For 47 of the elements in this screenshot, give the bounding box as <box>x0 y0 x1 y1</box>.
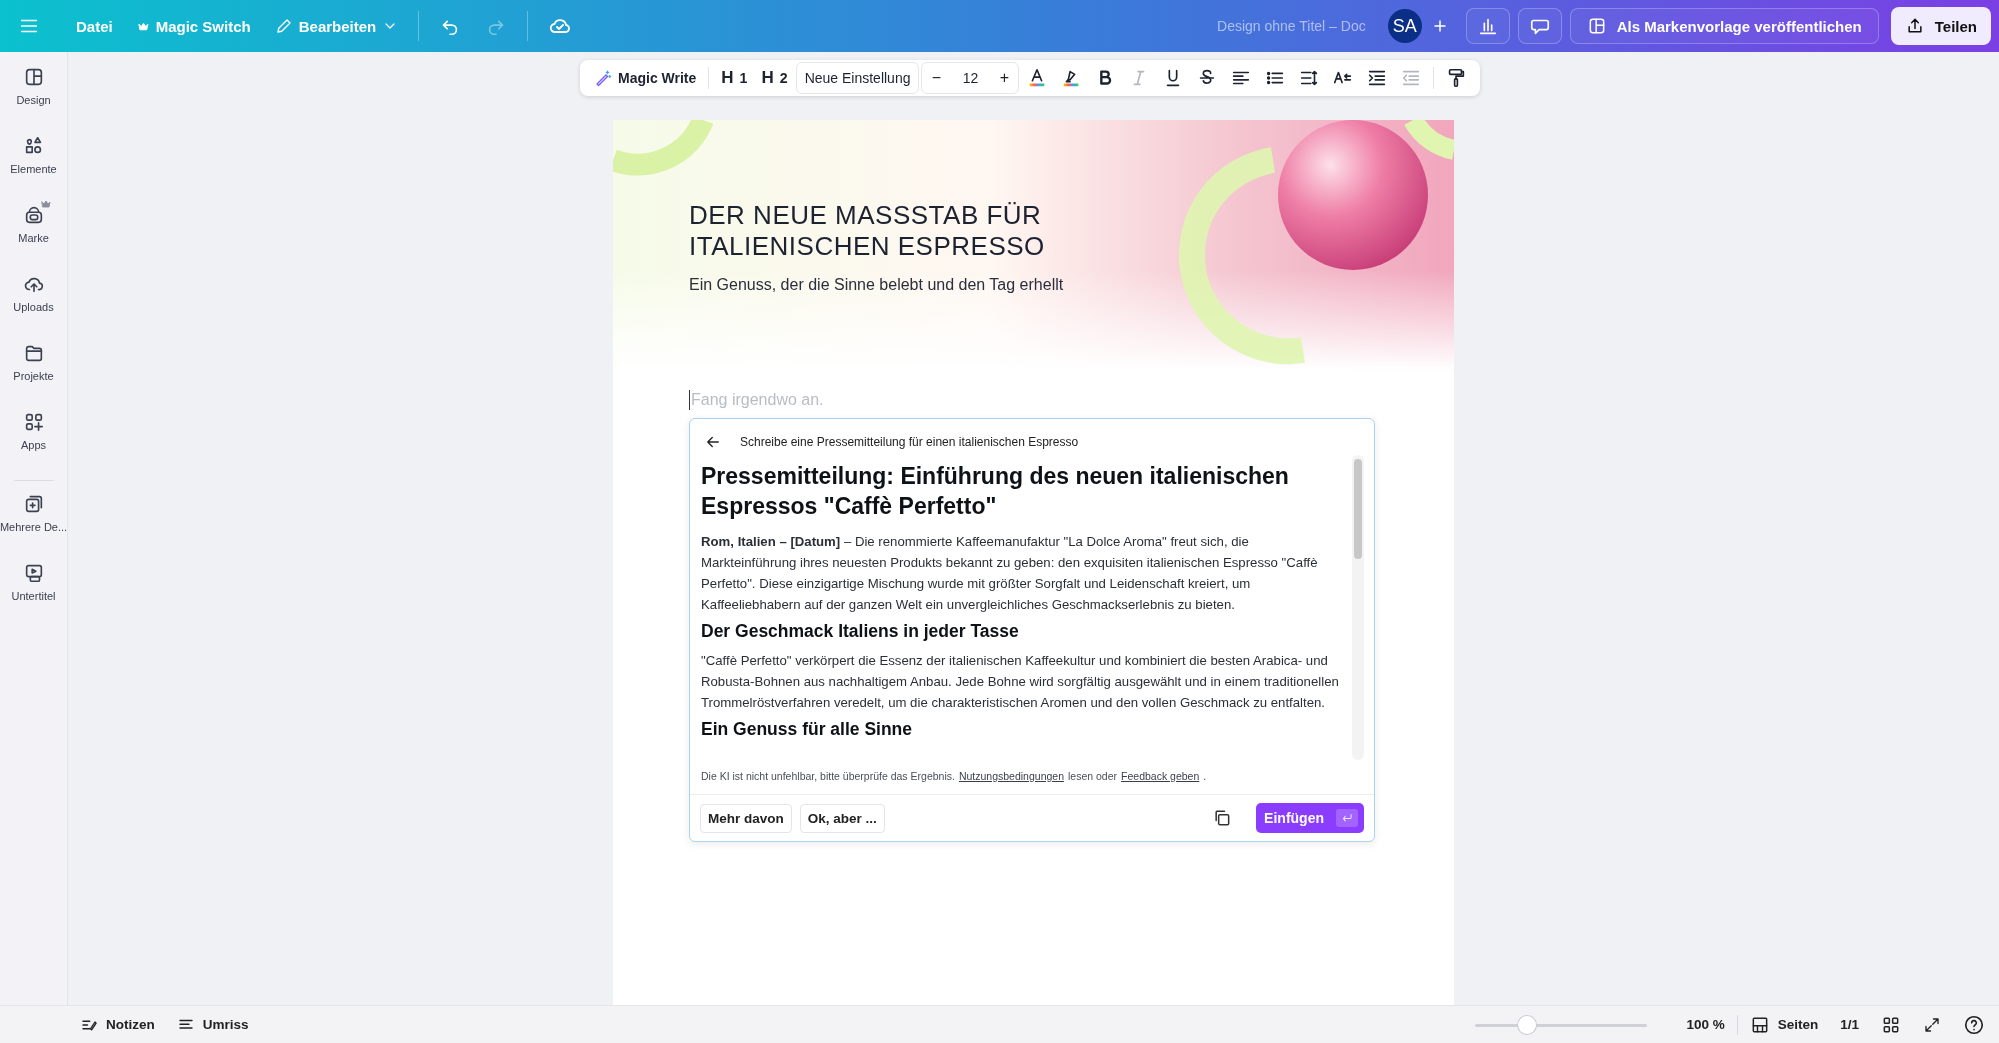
insights-button[interactable] <box>1465 8 1510 44</box>
help-button[interactable] <box>1963 1013 1985 1036</box>
disclaimer-text: Die KI ist nicht unfehlbar, bitte überprüfe das Ergebnis. <box>701 770 955 782</box>
outline-button[interactable]: Umriss <box>176 1015 249 1034</box>
page-count[interactable]: 1/1 <box>1840 1017 1859 1032</box>
disclaimer-text: . <box>1203 770 1207 782</box>
sidebar-item[interactable]: Mehrere De... <box>0 493 68 562</box>
disclaimer-link[interactable]: Nutzungsbedingungen <box>958 770 1064 782</box>
sidebar-item[interactable]: Uploads <box>0 273 68 342</box>
suggestion-button[interactable]: Mehr davon <box>700 803 792 833</box>
sidebar-item[interactable]: Design <box>0 66 68 135</box>
decrease-size-button[interactable]: − <box>922 68 951 88</box>
result-heading: Ein Genuss für alle Sinne <box>701 719 914 740</box>
pages-button[interactable]: Seiten <box>1749 1014 1819 1035</box>
scrollbar[interactable] <box>1352 455 1364 760</box>
sidebar-item[interactable]: Projekte <box>0 342 68 411</box>
magic-write-button[interactable]: Magic Write <box>588 65 703 91</box>
disclaimer-link[interactable]: Feedback geben <box>1121 770 1200 782</box>
fullscreen-button[interactable] <box>1923 1015 1941 1034</box>
increase-size-button[interactable]: + <box>990 68 1019 88</box>
page-heading[interactable]: DER NEUE MASSSTAB FÜR ITALIENISCHEN ESPRESSO <box>689 200 1064 262</box>
sidebar-item[interactable]: Apps <box>0 411 68 480</box>
result-paragraph: "Caffè Perfetto" verkörpert die Essenz der italienischen Kaffeekultur und kombiniert die besten Arabica- und Robusta-Bohnen aus nachhaltigem Anbau. Jede Bohne wird sorgfältig ausgewählt und in einem traditionellen Trommelröstverfahren veredelt, um die charakteristischen Aromen und den vollen Geschmack zu entfalten. <box>701 652 1340 712</box>
sidebar-item[interactable]: Untertitel <box>0 562 68 631</box>
publish-template-button[interactable]: Als Markenvorlage veröffentlichen <box>1569 8 1879 44</box>
font-dropdown[interactable]: Neue Einstellung <box>795 62 920 94</box>
pencil-icon <box>274 17 293 35</box>
insert-button[interactable]: Einfügen <box>1256 803 1364 833</box>
user-avatar[interactable]: SA <box>1387 9 1422 43</box>
prompt-text: Schreibe eine Pressemitteilung für einen italienischen Espresso <box>740 435 1079 449</box>
page-subtitle[interactable]: Ein Genuss, der die Sinne belebt und den Tag erhellt <box>689 276 1064 294</box>
zoom-reading[interactable]: 100 % <box>1686 1017 1725 1032</box>
help-icon <box>1963 1013 1985 1036</box>
sidebar-item[interactable]: Marke <box>0 204 68 273</box>
expand-icon <box>1923 1015 1941 1034</box>
notes-button[interactable]: Notizen <box>80 1015 155 1034</box>
magic-pen-icon <box>594 69 612 87</box>
sidebar-item[interactable]: Elemente <box>0 135 68 204</box>
comment-button[interactable] <box>1517 8 1562 44</box>
result-paragraph: Rom, Italien – [Datum] – Die renommierte Kaffeemanufaktur "La Dolce Aroma" freut sich, die Markteinführung ihres neuesten Produkts bekannt zu geben: den exquisiten italienischen Espresso "Caffè Perfetto". Diese einzigartige Mischung wurde mit größter Sorgfalt und Leidenschaft kreiert, um Kaffeeliebhabern auf der ganzen Welt ein unvergleichliches Geschmackserlebnis zu bieten. <box>701 533 1319 614</box>
crown-icon <box>39 198 52 210</box>
result-heading: Der Geschmack Italiens in jeder Tasse <box>701 621 1020 642</box>
font-size-value[interactable]: 12 <box>950 70 991 86</box>
suggestion-button[interactable]: Ok, aber ... <box>799 803 885 833</box>
result-title: Pressemitteilung: Einführung des neuen italienischen Espressos "Caffè Perfetto" <box>701 462 1290 521</box>
share-button[interactable]: Teilen <box>1890 7 1991 45</box>
disclaimer-text: lesen oder <box>1068 770 1118 782</box>
